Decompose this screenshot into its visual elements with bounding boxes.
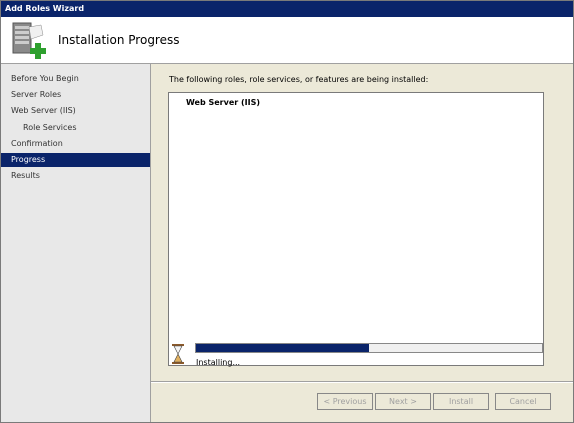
installing-items-list[interactable]: Web Server (IIS) — [168, 92, 544, 366]
hourglass-icon — [172, 344, 184, 364]
sidebar-item-server-roles[interactable]: Server Roles — [1, 88, 150, 102]
previous-button[interactable]: < Previous — [317, 393, 373, 410]
window-title[interactable]: Add Roles Wizard — [1, 1, 573, 17]
sidebar-item-before-you-begin[interactable]: Before You Begin — [1, 72, 150, 86]
wizard-steps-sidebar: Before You Begin Server Roles Web Server… — [1, 64, 151, 422]
install-button[interactable]: Install — [433, 393, 489, 410]
intro-text: The following roles, role services, or f… — [169, 75, 429, 84]
server-roles-add-icon — [12, 22, 46, 59]
next-button[interactable]: Next > — [375, 393, 431, 410]
wizard-content: The following roles, role services, or f… — [151, 64, 573, 422]
installation-progress-bar — [195, 343, 543, 353]
sidebar-item-web-server-iis[interactable]: Web Server (IIS) — [1, 104, 150, 118]
wizard-header: Installation Progress — [1, 17, 573, 64]
list-item: Web Server (IIS) — [186, 98, 261, 107]
add-roles-wizard-window: Add Roles Wizard Installation Progress B… — [0, 0, 574, 423]
sidebar-item-confirmation[interactable]: Confirmation — [1, 137, 150, 151]
page-title: Installation Progress — [58, 33, 180, 47]
cancel-button[interactable]: Cancel — [495, 393, 551, 410]
progress-fill — [196, 344, 369, 352]
sidebar-item-progress[interactable]: Progress — [1, 153, 150, 167]
footer-divider — [151, 381, 573, 383]
sidebar-item-role-services[interactable]: Role Services — [1, 121, 150, 135]
status-text: Installing... — [196, 358, 241, 367]
sidebar-item-results[interactable]: Results — [1, 169, 150, 183]
